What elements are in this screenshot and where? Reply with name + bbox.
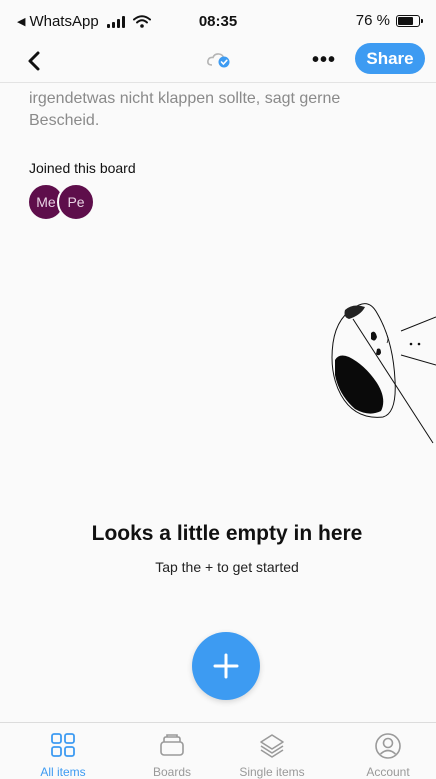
grid-icon (51, 733, 75, 757)
board-tray-icon (160, 734, 184, 756)
tab-single-items-label: Single items (239, 765, 305, 779)
empty-state-illustration (331, 303, 436, 444)
more-options-button[interactable]: ••• (312, 49, 336, 72)
avatar[interactable]: Pe (57, 183, 95, 221)
empty-state-title: Looks a little empty in here (91, 522, 363, 545)
empty-state-subtitle: Tap the + to get started (155, 559, 299, 575)
joined-board-heading: Joined this board (29, 160, 136, 176)
share-button[interactable]: Share (355, 43, 425, 74)
battery-status: 76 % (355, 12, 423, 29)
board-description: irgendetwas nicht klappen sollte, sagt g… (29, 90, 341, 129)
battery-icon (396, 14, 423, 27)
cloud-check-icon (207, 53, 230, 68)
tab-account[interactable]: Account (338, 723, 436, 779)
layers-icon (260, 734, 284, 758)
tab-boards[interactable]: Boards (122, 723, 222, 779)
chevron-left-icon (28, 51, 40, 71)
bottom-tab-bar: All items Boards Single items Account (0, 722, 436, 779)
plus-icon (213, 653, 239, 679)
user-icon (375, 733, 401, 759)
battery-percent: 76 % (355, 12, 390, 29)
tab-all-items[interactable]: All items (13, 723, 113, 779)
add-item-button[interactable] (192, 632, 260, 700)
tab-account-label: Account (366, 765, 410, 779)
tab-boards-label: Boards (152, 765, 192, 779)
tab-all-items-label: All items (40, 765, 86, 779)
tab-single-items[interactable]: Single items (222, 723, 322, 779)
member-avatars[interactable]: Me Pe (27, 183, 107, 221)
status-bar: ◀ WhatsApp 08:35 76 % (0, 0, 436, 40)
navigation-bar: ••• Share (0, 40, 436, 83)
back-button[interactable] (22, 48, 48, 74)
